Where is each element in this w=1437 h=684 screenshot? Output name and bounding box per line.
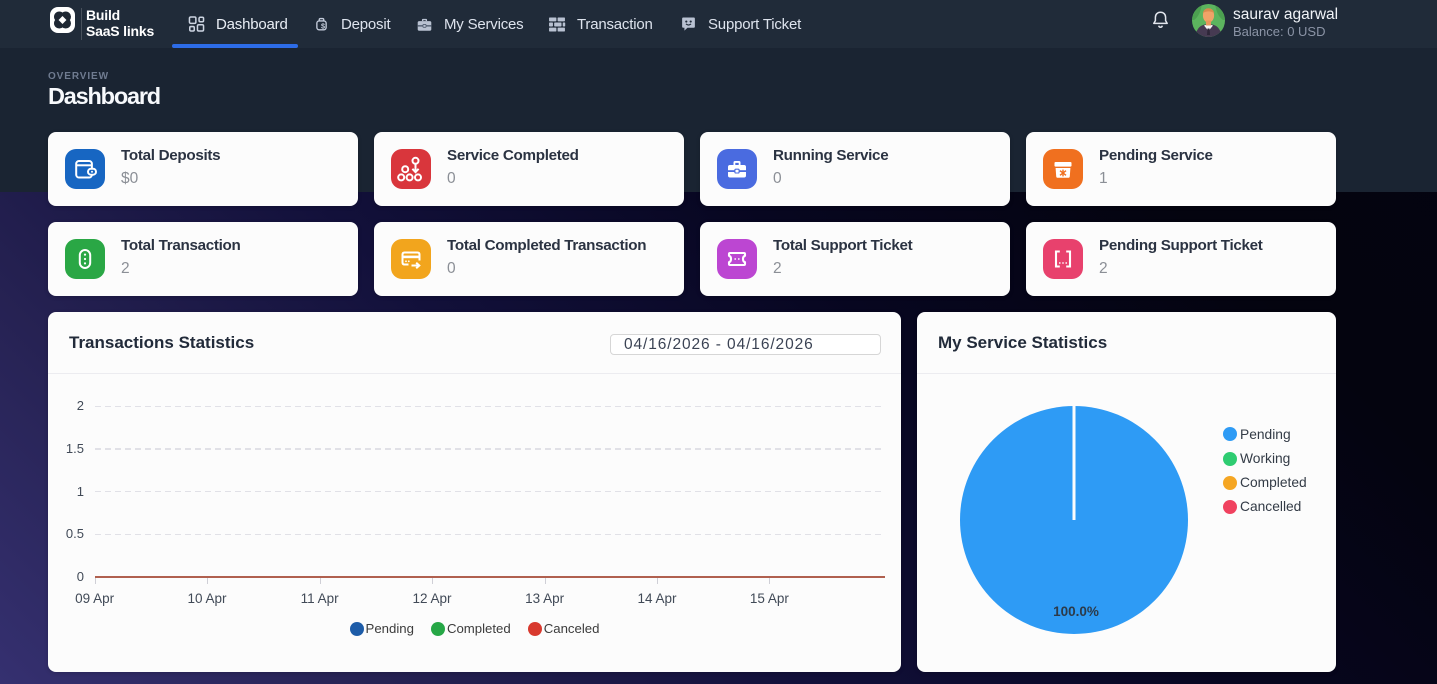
svg-text:$: $	[321, 22, 325, 31]
